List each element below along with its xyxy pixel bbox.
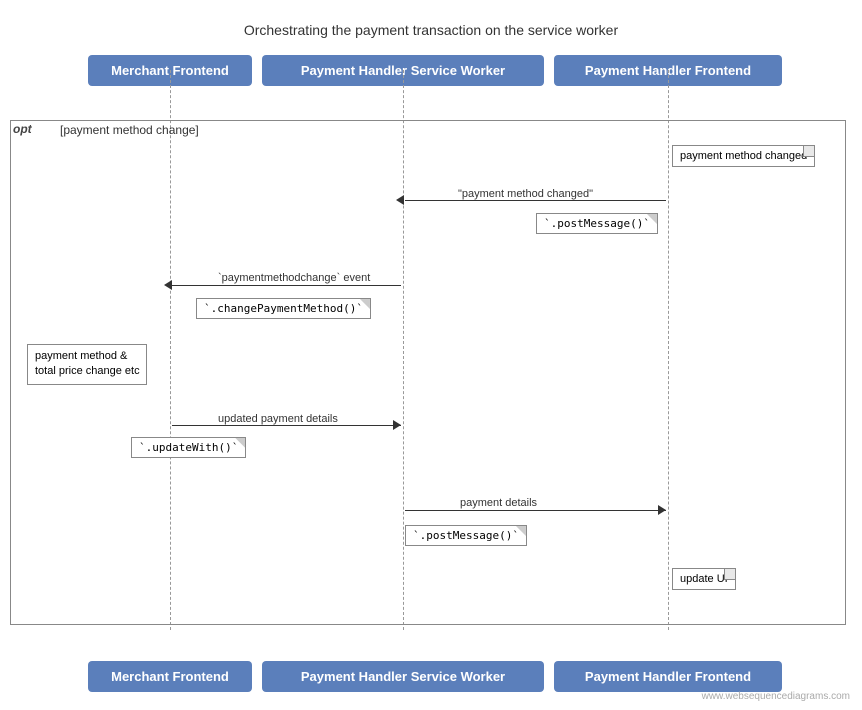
actor-frontend-bottom: Payment Handler Frontend [554,661,782,692]
diagram-container: Orchestrating the payment transaction on… [0,0,862,710]
method-postmessage-1: `.postMessage()` [536,213,658,234]
method-postmessage-2: `.postMessage()` [405,525,527,546]
note-payment-method-changed: payment method changed [672,145,815,167]
arrow1-label: "payment method changed" [458,188,593,200]
arrow2-line [172,285,401,286]
arrow3-label: updated payment details [218,413,338,425]
actor-serviceworker-bottom: Payment Handler Service Worker [262,661,544,692]
actor-merchant-bottom: Merchant Frontend [88,661,252,692]
note-update-ui: update UI [672,568,736,590]
diagram-title: Orchestrating the payment transaction on… [0,10,862,46]
arrow1-line [405,200,666,201]
arrow3-arrowhead [393,420,401,430]
watermark: www.websequencediagrams.com [702,691,850,702]
arrow4-arrowhead [658,505,666,515]
opt-label: opt [13,122,32,136]
method-updatewith: `.updateWith()` [131,437,246,458]
arrow3-line [172,425,401,426]
arrow4-label: payment details [460,497,537,509]
arrow2-label: `paymentmethodchange` event [218,272,370,284]
opt-condition: [payment method change] [60,123,199,137]
arrow2-arrowhead [164,280,172,290]
arrow1-arrowhead [396,195,404,205]
note-total-price-change: payment method &total price change etc [27,344,147,385]
arrow4-line [405,510,666,511]
method-changepaymentmethod: `.changePaymentMethod()` [196,298,371,319]
